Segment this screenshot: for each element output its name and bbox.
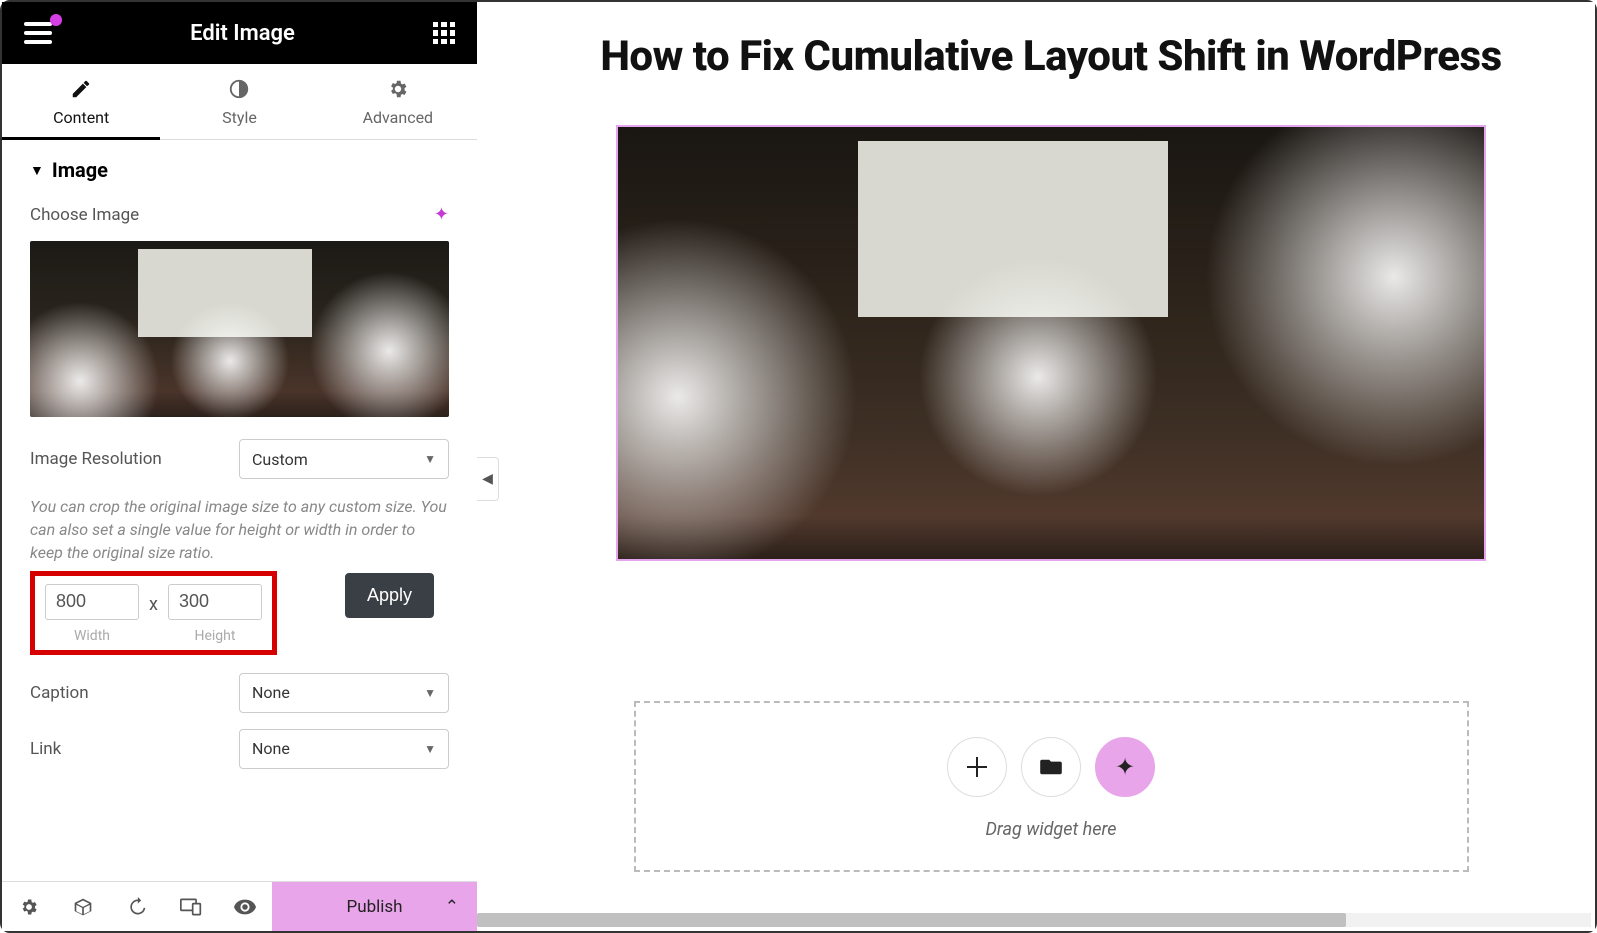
history-icon[interactable]: [110, 882, 164, 931]
publish-button[interactable]: Publish ⌃: [272, 882, 477, 931]
resolution-select[interactable]: Custom ▼: [239, 439, 449, 479]
tab-style-label: Style: [222, 108, 257, 127]
tab-content[interactable]: Content: [2, 64, 160, 139]
tab-advanced[interactable]: Advanced: [319, 64, 477, 139]
dropzone-text: Drag widget here: [636, 819, 1467, 840]
gear-icon: [387, 78, 409, 100]
hero-image[interactable]: [616, 125, 1486, 561]
tab-content-label: Content: [53, 108, 109, 127]
resolution-value: Custom: [252, 450, 308, 469]
resolution-row: Image Resolution Custom ▼: [30, 439, 449, 479]
notification-dot: [50, 14, 62, 26]
menu-icon[interactable]: [24, 22, 52, 44]
folder-icon: [1040, 758, 1062, 776]
link-value: None: [252, 739, 290, 758]
preview-icon[interactable]: [218, 882, 272, 931]
add-widget-button[interactable]: [947, 737, 1007, 797]
chevron-down-icon: ▼: [424, 452, 436, 466]
pencil-icon: [70, 78, 92, 100]
horizontal-scrollbar[interactable]: [477, 913, 1591, 927]
tab-style[interactable]: Style: [160, 64, 318, 139]
chevron-down-icon: ▼: [424, 742, 436, 756]
folder-button[interactable]: [1021, 737, 1081, 797]
chevron-down-icon: ▼: [424, 686, 436, 700]
ai-sparkle-icon[interactable]: ✦: [434, 204, 449, 225]
tab-advanced-label: Advanced: [363, 108, 434, 127]
section-image-header[interactable]: ▼ Image: [30, 158, 449, 182]
panel-title: Edit Image: [52, 21, 433, 46]
editor-panel: Edit Image Content Style Advanced ▼ Ima: [2, 2, 477, 931]
link-select[interactable]: None ▼: [239, 729, 449, 769]
chevron-up-icon: ⌃: [445, 897, 459, 917]
panel-footer: Publish ⌃: [2, 881, 477, 931]
collapse-panel-button[interactable]: ◀: [477, 457, 499, 501]
size-highlight-box: Width x Height: [30, 571, 277, 655]
height-sublabel: Height: [194, 628, 235, 644]
contrast-icon: [228, 78, 250, 100]
caption-label: Caption: [30, 683, 89, 703]
height-input[interactable]: [168, 584, 262, 620]
sparkle-icon: ✦: [1115, 753, 1135, 781]
plus-icon: [967, 757, 987, 777]
content-section: ▼ Image Choose Image ✦ Image Resolution …: [2, 140, 477, 881]
link-row: Link None ▼: [30, 729, 449, 769]
caret-down-icon: ▼: [30, 162, 44, 179]
navigator-icon[interactable]: [56, 882, 110, 931]
settings-icon[interactable]: [2, 882, 56, 931]
panel-tabs: Content Style Advanced: [2, 64, 477, 140]
ai-button[interactable]: ✦: [1095, 737, 1155, 797]
widget-dropzone[interactable]: ✦ Drag widget here: [634, 701, 1469, 872]
choose-image-label: Choose Image: [30, 205, 139, 225]
section-title: Image: [52, 158, 108, 182]
link-label: Link: [30, 739, 61, 759]
choose-image-row: Choose Image ✦: [30, 204, 449, 225]
publish-label: Publish: [346, 897, 402, 917]
page-title: How to Fix Cumulative Layout Shift in Wo…: [597, 32, 1505, 81]
image-thumbnail[interactable]: [30, 241, 449, 417]
responsive-icon[interactable]: [164, 882, 218, 931]
size-row: Width x Height Apply: [30, 571, 449, 655]
caption-value: None: [252, 683, 290, 702]
resolution-label: Image Resolution: [30, 449, 162, 469]
caption-select[interactable]: None ▼: [239, 673, 449, 713]
resolution-help-text: You can crop the original image size to …: [30, 495, 449, 565]
widgets-grid-icon[interactable]: [433, 22, 455, 44]
preview-canvas: ◀ How to Fix Cumulative Layout Shift in …: [477, 2, 1595, 931]
apply-button[interactable]: Apply: [345, 573, 434, 618]
caption-row: Caption None ▼: [30, 673, 449, 713]
width-input[interactable]: [45, 584, 139, 620]
panel-header: Edit Image: [2, 2, 477, 64]
size-separator: x: [149, 594, 158, 633]
width-sublabel: Width: [74, 628, 110, 644]
